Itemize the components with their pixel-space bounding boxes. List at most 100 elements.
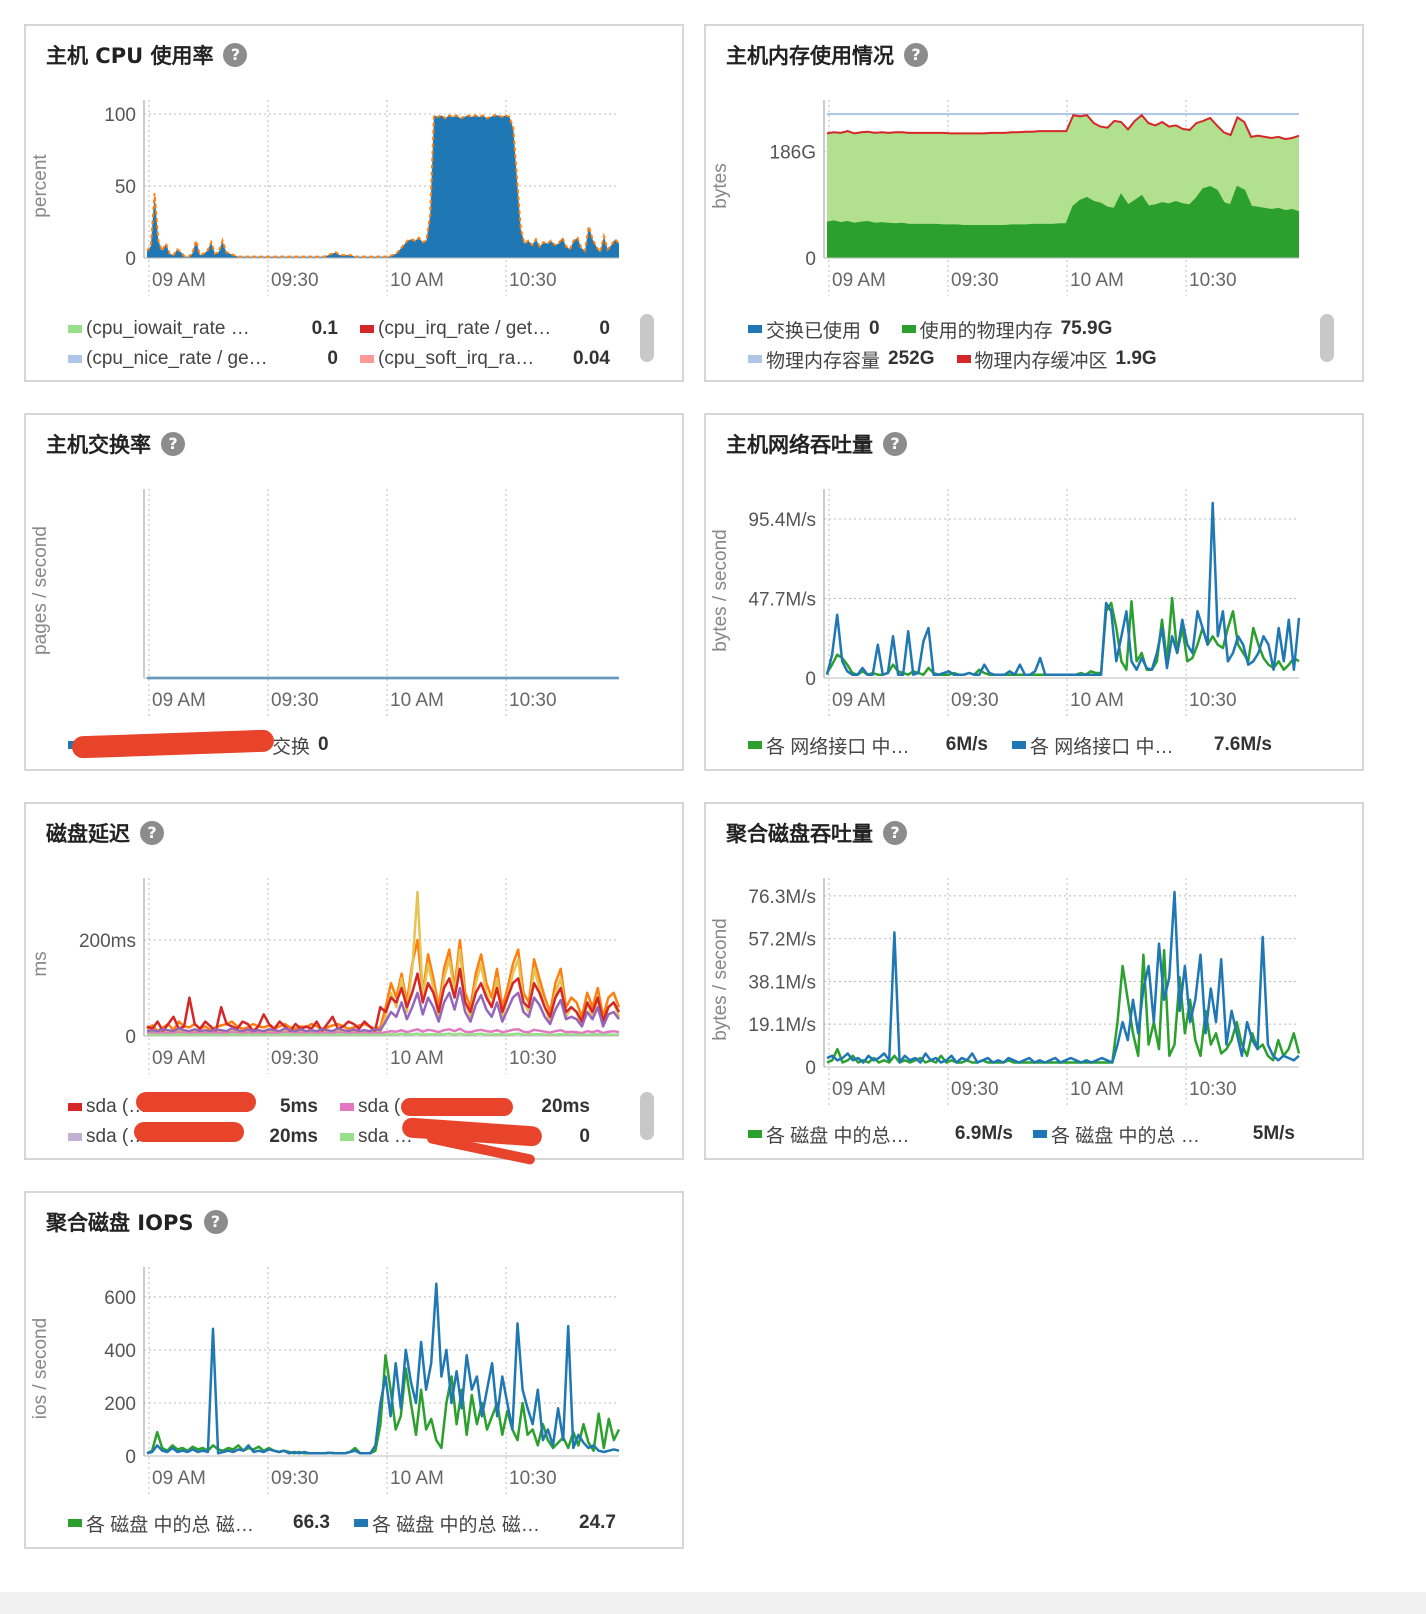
x-tick-label: 10:30 — [509, 1048, 557, 1069]
legend-label: 使用的物理内存 — [919, 320, 1053, 342]
legend-label: (cpu_nice_rate / ge… — [86, 348, 268, 369]
y-tick-label: 47.7M/s — [748, 590, 816, 611]
y-tick-label: 100 — [104, 105, 136, 126]
y-tick-label: 0 — [125, 1027, 136, 1048]
legend-item[interactable]: 各 磁盘 中的总 … 5M/s — [1033, 1121, 1295, 1148]
legend-value: 252G — [888, 348, 935, 369]
legend-swatch — [68, 355, 82, 363]
panel-cpu: 主机 CPU 使用率 ? 0 50 100 percent 09 AM 09:30 10 A… — [24, 24, 684, 382]
y-tick-label: 0 — [805, 1058, 816, 1079]
legend-value: 6.9M/s — [954, 1123, 1013, 1144]
x-tick-label: 09:30 — [951, 690, 999, 711]
legend-scrollbar[interactable] — [640, 1092, 654, 1140]
legend-item[interactable]: 物理内存缓冲区 1.9G — [956, 346, 1157, 373]
legend-swatch — [748, 355, 762, 363]
x-tick-label: 09 AM — [832, 690, 886, 711]
legend-value: 24.7 — [579, 1512, 616, 1533]
y-tick-label: 400 — [104, 1341, 136, 1362]
x-tick-label: 09 AM — [152, 270, 206, 291]
legend-value: 5M/s — [1252, 1123, 1295, 1144]
y-tick-label: 50 — [115, 177, 136, 198]
legend: 各 磁盘 中的总… 6.9M/s 各 磁盘 中的总 … 5M/s — [748, 1119, 1332, 1149]
x-tick-label: 10:30 — [509, 690, 557, 711]
legend-value: 20ms — [541, 1096, 590, 1117]
legend-swatch — [748, 1130, 762, 1138]
legend: (cpu_iowait_rate … 0.1 (cpu_irq_rate / g… — [68, 314, 652, 374]
legend-label: 交换已使用 — [766, 320, 862, 342]
legend-value: 1.9G — [1115, 348, 1157, 369]
legend-swatch — [68, 1519, 82, 1527]
legend-swatch — [68, 325, 82, 333]
legend-item[interactable]: 使用的物理内存 75.9G — [901, 316, 1113, 343]
legend-swatch — [901, 325, 916, 333]
x-tick-label: 10:30 — [1189, 1079, 1237, 1100]
series-line — [826, 890, 1300, 1064]
cpu-chart: 0 50 100 percent 09 AM 09:30 10 AM 10:30 — [30, 100, 620, 296]
legend-swatch — [68, 1133, 82, 1141]
redaction-mark — [401, 1098, 513, 1116]
y-tick-label: 0 — [125, 249, 136, 270]
legend-item[interactable]: 各 磁盘 中的总… 6.9M/s — [748, 1121, 1013, 1148]
y-tick-label: 19.1M/s — [748, 1015, 816, 1036]
legend-item[interactable]: 交换已使用 0 — [748, 316, 880, 343]
panel-swap: 主机交换率 ? pages / second 09 AM 09:30 10 AM 10:… — [24, 413, 684, 771]
legend: 各 网络接口 中… 6M/s 各 网络接口 中… 7.6M/s — [748, 730, 1332, 760]
legend-value: 0.04 — [573, 348, 610, 369]
x-tick-label: 09:30 — [271, 1468, 319, 1489]
x-tick-label: 10 AM — [390, 1468, 444, 1489]
legend-item[interactable]: 各 磁盘 中的总 磁… 66.3 — [68, 1510, 330, 1537]
x-tick-label: 09 AM — [832, 270, 886, 291]
legend: 交换已使用 0 使用的物理内存 75.9G 物理内存容量 252G 物理内存缓冲… — [748, 314, 1332, 374]
legend-swatch — [748, 325, 762, 333]
legend-item[interactable]: (cpu_irq_rate / get… 0 — [360, 318, 610, 340]
legend-swatch — [354, 1519, 368, 1527]
legend-swatch — [748, 741, 762, 749]
x-tick-label: 09:30 — [951, 270, 999, 291]
y-tick-label: 76.3M/s — [748, 887, 816, 908]
y-axis-label: bytes / second — [710, 918, 731, 1041]
y-tick-label: 57.2M/s — [748, 930, 816, 951]
legend-value: 0 — [579, 1126, 590, 1147]
panel-memory: 主机内存使用情况 ? 0 186G bytes 09 AM 09:30 10 AM 10:3… — [704, 24, 1364, 382]
legend-item[interactable]: 各 网络接口 中… 7.6M/s — [1012, 732, 1272, 759]
legend-value: 5ms — [279, 1096, 318, 1117]
swap-chart: pages / second 09 AM 09:30 10 AM 10:30 — [30, 489, 619, 716]
y-tick-label: 200 — [104, 1394, 136, 1415]
x-tick-label: 10 AM — [390, 270, 444, 291]
x-tick-label: 09:30 — [271, 1048, 319, 1069]
panel-disk-throughput: 聚合磁盘吞吐量 ? 0 19.1M/s 38.1M/s 57.2M/s 76.3M/s b… — [704, 802, 1364, 1160]
redaction-mark — [134, 1122, 244, 1142]
legend-swatch — [1012, 741, 1026, 749]
y-tick-label: 200ms — [79, 931, 136, 952]
legend-item[interactable]: (cpu_soft_irq_ra… 0.04 — [360, 348, 610, 370]
legend-value: 0.1 — [311, 318, 338, 339]
y-tick-label: 0 — [805, 249, 816, 270]
legend-item[interactable]: 各 磁盘 中的总 磁… 24.7 — [354, 1510, 616, 1537]
series-line — [146, 1032, 619, 1037]
legend-swatch — [956, 355, 971, 363]
legend-swatch — [1033, 1130, 1047, 1138]
x-tick-label: 10 AM — [1070, 270, 1124, 291]
legend-scrollbar[interactable] — [640, 314, 654, 362]
iops-chart: 0 200 400 600 ios / second 09 AM 09:30 10 AM 10:… — [30, 1267, 621, 1494]
legend-value: 20ms — [269, 1126, 318, 1147]
legend-item[interactable]: 各 网络接口 中… 6M/s — [748, 732, 988, 759]
legend-scrollbar[interactable] — [1320, 314, 1334, 362]
legend-value: 75.9G — [1060, 318, 1113, 339]
legend-label: (cpu_irq_rate / get… — [378, 318, 552, 339]
x-tick-label: 10 AM — [390, 690, 444, 711]
x-tick-label: 09 AM — [152, 690, 206, 711]
legend-value: 7.6M/s — [1213, 734, 1272, 755]
legend-item[interactable]: (cpu_nice_rate / ge… 0 — [68, 348, 338, 370]
legend-swatch — [360, 325, 374, 333]
x-tick-label: 10:30 — [509, 270, 557, 291]
legend-item[interactable]: 物理内存容量 252G — [748, 346, 935, 373]
legend-label: 各 磁盘 中的总… — [766, 1125, 910, 1147]
legend-value: 0 — [599, 318, 610, 339]
x-tick-label: 10 AM — [1070, 1079, 1124, 1100]
legend-label: (cpu_soft_irq_ra… — [378, 348, 535, 369]
legend-swatch — [340, 1133, 354, 1141]
legend: 各 磁盘 中的总 磁… 66.3 各 磁盘 中的总 磁… 24.7 — [68, 1508, 652, 1538]
legend-swatch — [360, 355, 374, 363]
legend-item[interactable]: (cpu_iowait_rate … 0.1 — [68, 318, 338, 340]
